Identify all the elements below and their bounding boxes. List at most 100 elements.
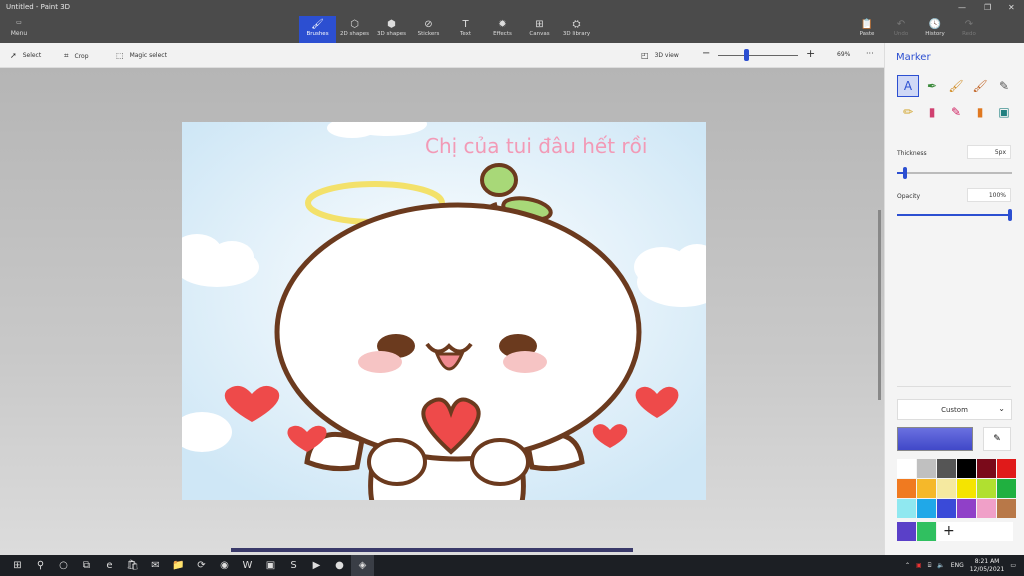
marker-brush[interactable]: A xyxy=(897,75,919,97)
zoom-in-icon[interactable]: + xyxy=(806,47,815,60)
record-taskbar-button[interactable]: ● xyxy=(328,555,351,576)
store-taskbar-button[interactable]: 🛍 xyxy=(121,555,144,576)
palette-swatch[interactable] xyxy=(997,499,1016,518)
tool-stickers[interactable]: ⊘ Stickers xyxy=(410,16,447,43)
history-label: History xyxy=(925,31,945,37)
3d-view-button[interactable]: ◰ 3D view xyxy=(641,51,679,60)
palette-swatch[interactable] xyxy=(977,459,996,478)
undo-button[interactable]: ↶ Undo xyxy=(884,16,918,43)
tool-effects[interactable]: ✹ Effects xyxy=(484,16,521,43)
drawing-canvas[interactable]: Chị của tui đâu hết rồi xyxy=(182,122,706,500)
zoom-taskbar-button[interactable]: ▶ xyxy=(305,555,328,576)
palette-swatch[interactable] xyxy=(957,479,976,498)
add-color-button[interactable]: + xyxy=(937,522,1013,541)
thickness-slider[interactable] xyxy=(897,167,1012,179)
antivirus-icon[interactable]: ▣ xyxy=(916,562,922,569)
palette-swatch[interactable] xyxy=(937,479,956,498)
history-button[interactable]: 🕓 History xyxy=(918,16,952,43)
start-taskbar-button[interactable]: ⊞ xyxy=(6,555,29,576)
fill[interactable]: ▣ xyxy=(993,101,1015,123)
palette-swatch[interactable] xyxy=(937,499,956,518)
language-indicator[interactable]: ENG xyxy=(951,562,964,569)
pencil[interactable]: ✏ xyxy=(897,101,919,123)
opacity-input[interactable]: 100% xyxy=(967,188,1011,202)
task-view-taskbar-button[interactable]: ⧉ xyxy=(75,555,98,576)
restore-icon[interactable]: ❐ xyxy=(984,3,991,12)
spray-can[interactable]: ▮ xyxy=(969,101,991,123)
crayon[interactable]: ✎ xyxy=(945,101,967,123)
opacity-thumb[interactable] xyxy=(1008,209,1012,221)
horizontal-scrollbar[interactable] xyxy=(231,548,633,552)
volume-icon[interactable]: 🔈 xyxy=(937,562,944,569)
watercolor[interactable]: 🖌 xyxy=(969,75,991,97)
custom-color-swatch[interactable] xyxy=(917,522,936,541)
palette-swatch[interactable] xyxy=(897,479,916,498)
edge-taskbar-button[interactable]: e xyxy=(98,555,121,576)
opacity-slider[interactable] xyxy=(897,209,1012,221)
cortana-taskbar-button[interactable]: ○ xyxy=(52,555,75,576)
mail-taskbar-button[interactable]: ✉ xyxy=(144,555,167,576)
pixel-pen[interactable]: ✎ xyxy=(993,75,1015,97)
zoom-slider-thumb[interactable] xyxy=(744,49,749,61)
palette-swatch[interactable] xyxy=(957,459,976,478)
canvas-text[interactable]: Chị của tui đâu hết rồi xyxy=(425,134,647,158)
palette-swatch[interactable] xyxy=(997,479,1016,498)
photos-taskbar-button[interactable]: ▣ xyxy=(259,555,282,576)
palette-swatch[interactable] xyxy=(977,499,996,518)
chevron-up-icon[interactable]: ⌃ xyxy=(905,562,910,569)
clock[interactable]: 8:21 AM 12/05/2021 xyxy=(970,558,1005,574)
chrome-taskbar-button[interactable]: ◉ xyxy=(213,555,236,576)
network-icon[interactable]: ⌸ xyxy=(928,562,932,570)
eyedropper-button[interactable]: ✎ xyxy=(983,427,1011,451)
zoom-out-icon[interactable]: − xyxy=(702,48,710,59)
3d-view-icon: ◰ xyxy=(641,51,649,60)
menu-button[interactable]: ▭ Menu xyxy=(8,19,30,37)
current-color-swatch[interactable] xyxy=(897,427,973,451)
word-taskbar-button[interactable]: W xyxy=(236,555,259,576)
zoom-slider-track[interactable] xyxy=(718,55,798,56)
palette-swatch[interactable] xyxy=(937,459,956,478)
skype-taskbar-button[interactable]: S xyxy=(282,555,305,576)
palette-swatch[interactable] xyxy=(917,479,936,498)
tool-text[interactable]: T Text xyxy=(447,16,484,43)
tool-3d-library[interactable]: ⛭ 3D library xyxy=(558,16,595,43)
palette-swatch[interactable] xyxy=(917,499,936,518)
tool-2d-shapes[interactable]: ⬡ 2D shapes xyxy=(336,16,373,43)
thickness-thumb[interactable] xyxy=(902,167,907,179)
palette-swatch[interactable] xyxy=(977,479,996,498)
chrome-icon: ◉ xyxy=(220,560,229,571)
paste-label: Paste xyxy=(859,31,875,37)
select-button[interactable]: ➚ Select xyxy=(10,51,41,60)
vertical-scrollbar[interactable] xyxy=(878,210,881,400)
oil-brush[interactable]: 🖌 xyxy=(945,75,967,97)
crop-button[interactable]: ⌗ Crop xyxy=(64,51,89,61)
more-options-icon[interactable]: ··· xyxy=(866,49,874,58)
close-icon[interactable]: ✕ xyxy=(1008,3,1015,12)
custom-color-swatch[interactable] xyxy=(897,522,916,541)
magic-select-button[interactable]: ⬚ Magic select xyxy=(116,51,167,60)
color-mode-dropdown[interactable]: Custom ⌄ xyxy=(897,399,1012,420)
palette-swatch[interactable] xyxy=(997,459,1016,478)
main-toolbar: 🖌 Brushes ⬡ 2D shapes ⬢ 3D shapes ⊘ Stickers T Te… xyxy=(299,16,595,43)
search-taskbar-button[interactable]: ⚲ xyxy=(29,555,52,576)
redo-button[interactable]: ↷ Redo xyxy=(952,16,986,43)
canvas-icon: ⊞ xyxy=(535,19,544,30)
tool-canvas[interactable]: ⊞ Canvas xyxy=(521,16,558,43)
paint3d-taskbar-button[interactable]: ◈ xyxy=(351,555,374,576)
calligraphy-pen[interactable]: ✒ xyxy=(921,75,943,97)
paste-button[interactable]: 📋 Paste xyxy=(850,16,884,43)
thickness-input[interactable]: 5px xyxy=(967,145,1011,159)
tool-brushes[interactable]: 🖌 Brushes xyxy=(299,16,336,43)
palette-swatch[interactable] xyxy=(957,499,976,518)
palette-swatch[interactable] xyxy=(897,459,916,478)
palette-swatch[interactable] xyxy=(897,499,916,518)
green-app-taskbar-button[interactable]: ⟳ xyxy=(190,555,213,576)
tool-3d-shapes[interactable]: ⬢ 3D shapes xyxy=(373,16,410,43)
zoom-level[interactable]: 69% xyxy=(837,51,850,58)
file-explorer-taskbar-button[interactable]: 📁 xyxy=(167,555,190,576)
notification-icon[interactable]: ▭ xyxy=(1010,562,1016,569)
minimize-icon[interactable]: — xyxy=(958,3,966,12)
store-icon: 🛍 xyxy=(126,560,139,571)
eraser[interactable]: ▮ xyxy=(921,101,943,123)
palette-swatch[interactable] xyxy=(917,459,936,478)
